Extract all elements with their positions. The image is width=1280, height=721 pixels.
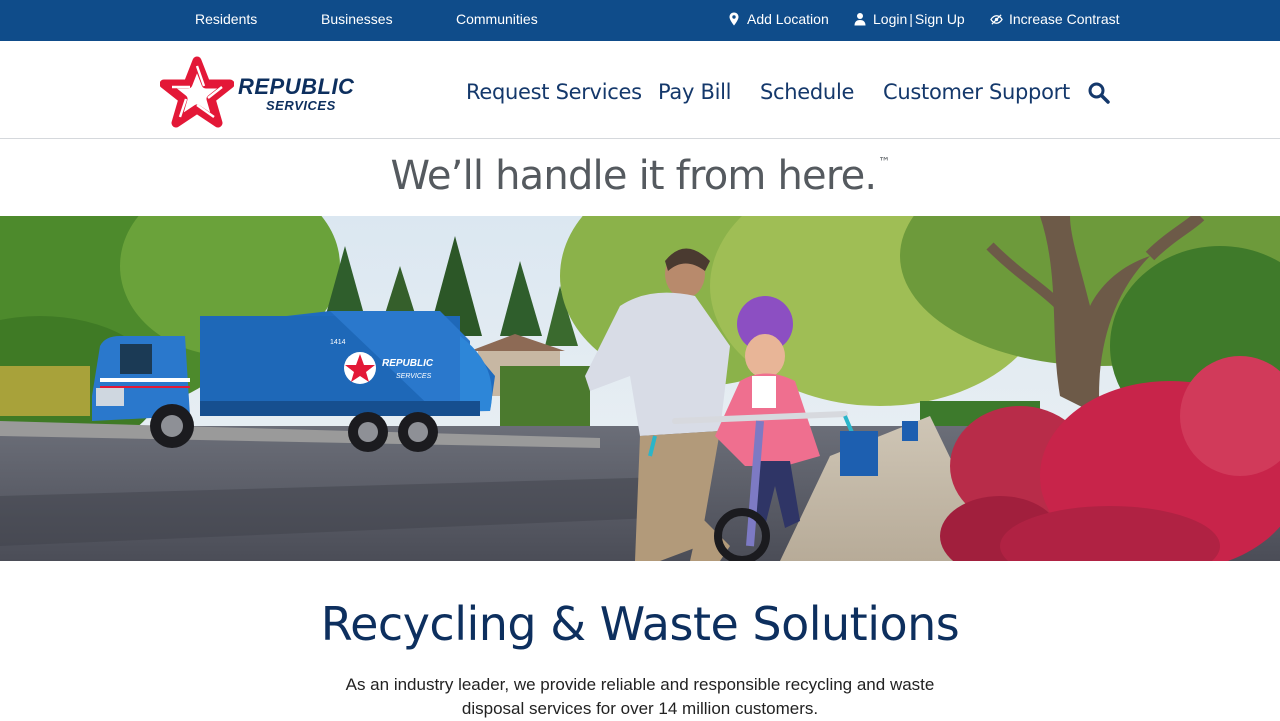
login-link[interactable]: Login [873, 11, 907, 27]
truck-number: 1414 [330, 339, 346, 346]
nav-pay-bill[interactable]: Pay Bill [658, 80, 732, 104]
increase-contrast-label: Increase Contrast [1009, 11, 1120, 27]
solutions-title: Recycling & Waste Solutions [320, 597, 960, 651]
logo-wordmark: REPUBLIC SERVICES [238, 74, 355, 113]
login-separator: | [909, 11, 913, 27]
signup-link[interactable]: Sign Up [915, 11, 965, 27]
utility-bar: Residents Businesses Communities Add Loc… [0, 0, 1280, 41]
star-logo-icon [160, 56, 234, 128]
nav-communities[interactable]: Communities [456, 11, 538, 27]
businesses-label: Businesses [321, 11, 393, 27]
republic-services-logo[interactable]: REPUBLIC SERVICES [160, 56, 370, 128]
nav-residents[interactable]: Residents [195, 11, 257, 27]
user-icon [854, 13, 866, 26]
nav-customer-support[interactable]: Customer Support [883, 80, 1070, 104]
main-header: REPUBLIC SERVICES Request Services Pay B… [0, 41, 1280, 139]
login-label: Login [873, 11, 908, 27]
increase-contrast-link[interactable]: Increase Contrast [990, 11, 1120, 27]
add-location-link[interactable]: Add Location [727, 11, 829, 27]
hero-image: REPUBLIC SERVICES 1414 [0, 216, 1280, 561]
solutions-body: As an industry leader, we provide reliab… [345, 675, 935, 718]
nav-schedule[interactable]: Schedule [760, 80, 854, 104]
trademark-symbol: ™ [878, 155, 890, 169]
map-pin-icon [729, 12, 739, 26]
truck-brand-line-2: SERVICES [396, 373, 432, 380]
signup-label: Sign Up [914, 11, 965, 27]
logo-line-1: REPUBLIC [238, 74, 355, 99]
add-location-label: Add Location [747, 11, 829, 27]
truck-brand-line-1: REPUBLIC [382, 358, 434, 369]
residents-label: Residents [195, 11, 258, 27]
communities-label: Communities [456, 11, 538, 27]
tagline-heading: We’ll handle it from here. ™ [0, 153, 1280, 199]
nav-businesses[interactable]: Businesses [321, 11, 393, 27]
tagline-section: We’ll handle it from here. ™ [0, 139, 1280, 216]
contrast-eye-icon [990, 13, 1003, 25]
nav-request-services[interactable]: Request Services [466, 80, 642, 104]
tagline-text: We’ll handle it from here. [390, 153, 877, 199]
solutions-section: Recycling & Waste Solutions As an indust… [0, 561, 1280, 718]
logo-line-2: SERVICES [266, 98, 336, 113]
search-icon[interactable] [1087, 81, 1111, 105]
account-links: Login | Sign Up [853, 11, 965, 27]
hero-scene: REPUBLIC SERVICES 1414 [0, 216, 1280, 561]
